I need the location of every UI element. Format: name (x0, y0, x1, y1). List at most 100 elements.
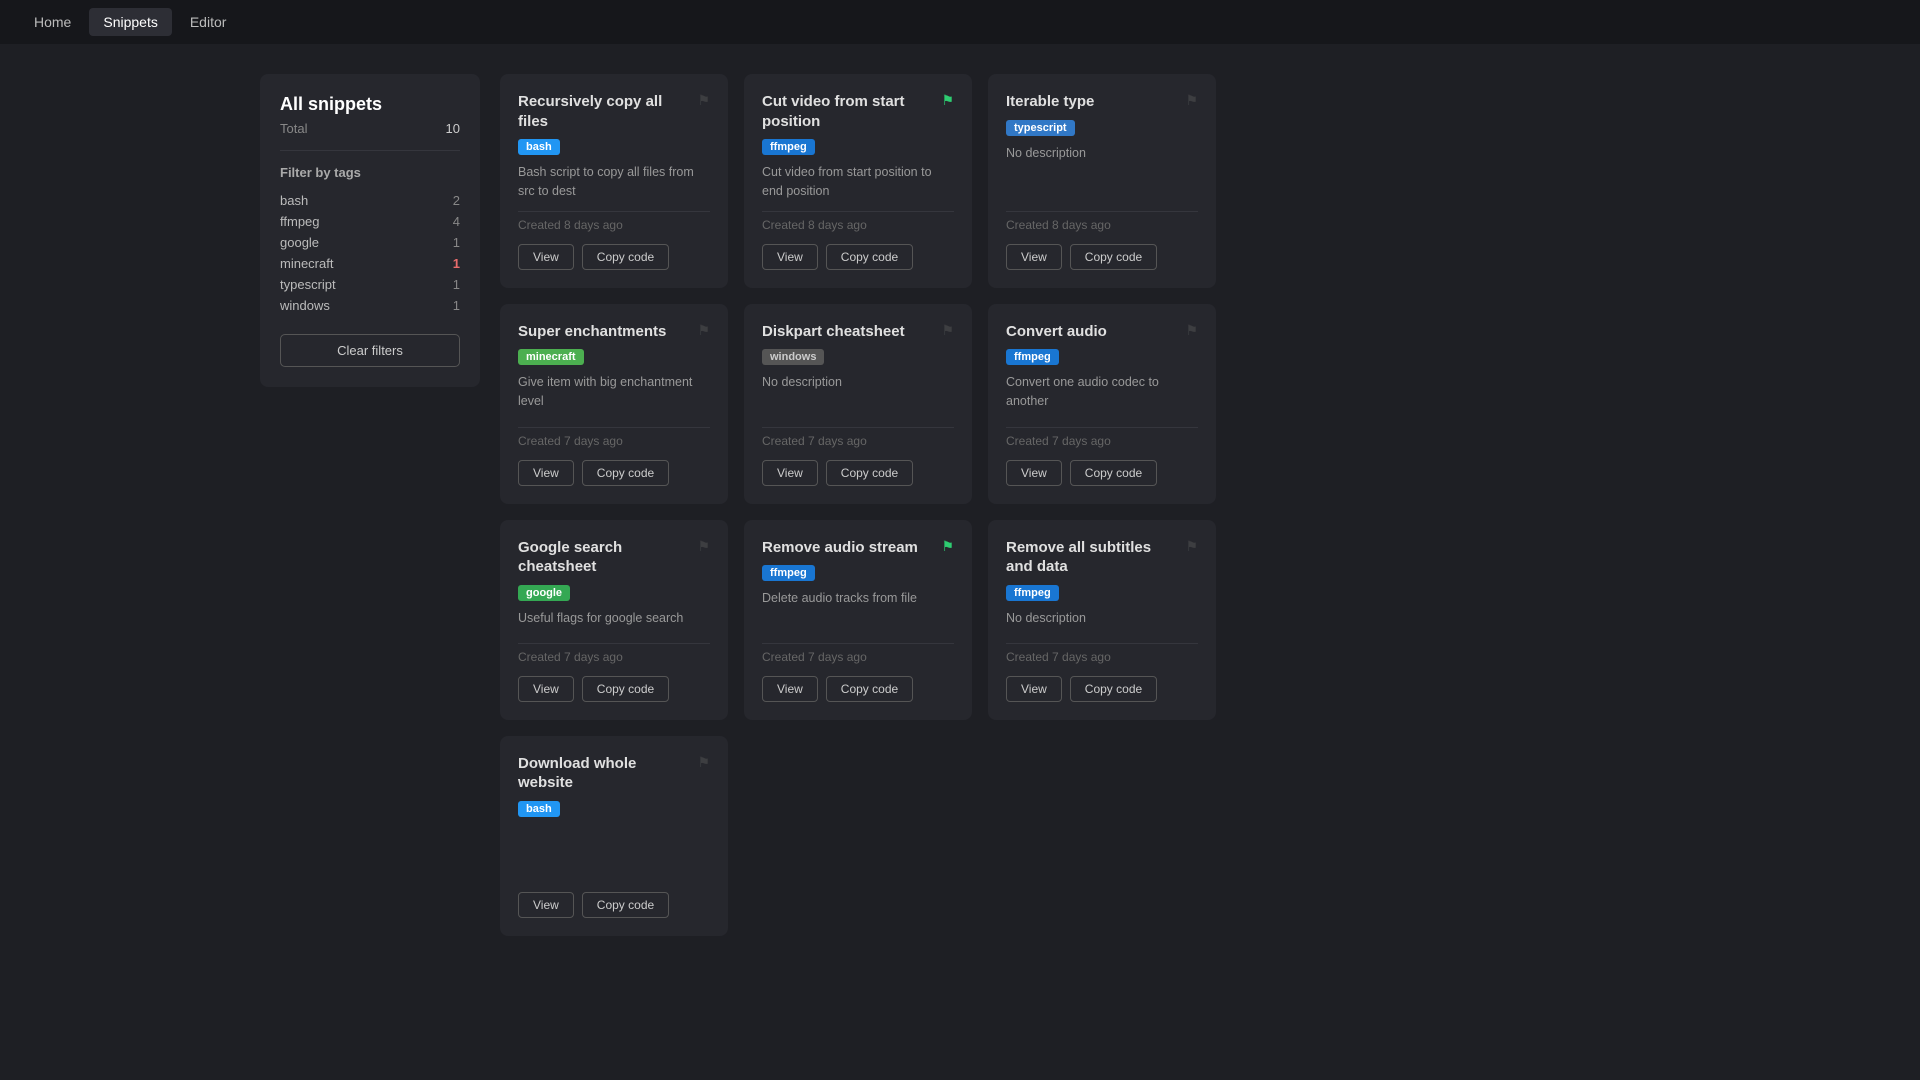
main-layout: All snippets Total 10 Filter by tags bas… (0, 44, 1920, 966)
copy-code-button[interactable]: Copy code (1070, 676, 1157, 702)
sidebar: All snippets Total 10 Filter by tags bas… (260, 74, 480, 387)
card-actions: View Copy code (1006, 460, 1198, 486)
snippet-card: Iterable type ⚑ typescript No descriptio… (988, 74, 1216, 288)
nav-item-snippets[interactable]: Snippets (89, 8, 171, 36)
card-title: Cut video from start position (762, 92, 941, 131)
card-description: Useful flags for google search (518, 609, 710, 633)
card-actions: View Copy code (1006, 244, 1198, 270)
card-tag[interactable]: typescript (1006, 118, 1198, 144)
tag-count: 1 (453, 298, 460, 313)
sidebar-total: Total 10 (280, 121, 460, 151)
tag-name: google (280, 235, 319, 250)
copy-code-button[interactable]: Copy code (582, 244, 669, 270)
tag-filter-minecraft[interactable]: minecraft 1 (280, 253, 460, 274)
tag-name: minecraft (280, 256, 333, 271)
card-tag[interactable]: ffmpeg (1006, 347, 1198, 373)
view-button[interactable]: View (1006, 460, 1062, 486)
card-tag[interactable]: ffmpeg (762, 137, 954, 163)
view-button[interactable]: View (518, 244, 574, 270)
pin-icon[interactable]: ⚑ (697, 754, 710, 771)
snippet-card: Download whole website ⚑ bash View Copy … (500, 736, 728, 936)
pin-icon[interactable]: ⚑ (697, 538, 710, 555)
card-tag[interactable]: ffmpeg (1006, 583, 1198, 609)
card-tag[interactable]: bash (518, 799, 710, 825)
card-date: Created 7 days ago (1006, 643, 1198, 664)
nav-item-editor[interactable]: Editor (176, 8, 241, 36)
total-value: 10 (446, 121, 460, 136)
card-date: Created 7 days ago (762, 427, 954, 448)
tag-list: bash2ffmpeg4 google 1 minecraft 1 typescript1… (280, 190, 460, 316)
pin-icon[interactable]: ⚑ (1185, 92, 1198, 109)
view-button[interactable]: View (762, 460, 818, 486)
copy-code-button[interactable]: Copy code (582, 892, 669, 918)
card-description (518, 825, 710, 882)
nav-item-home[interactable]: Home (20, 8, 85, 36)
card-description: Delete audio tracks from file (762, 589, 954, 633)
snippet-card: Super enchantments ⚑ minecraft Give item… (500, 304, 728, 504)
card-actions: View Copy code (518, 676, 710, 702)
view-button[interactable]: View (762, 244, 818, 270)
tag-filter-windows[interactable]: windows 1 (280, 295, 460, 316)
view-button[interactable]: View (1006, 244, 1062, 270)
card-title: Google search cheatsheet (518, 538, 697, 577)
copy-code-button[interactable]: Copy code (1070, 244, 1157, 270)
tag-filter-bash[interactable]: bash2 (280, 190, 460, 211)
tag-badge: google (518, 585, 570, 601)
pin-icon[interactable]: ⚑ (941, 92, 954, 109)
copy-code-button[interactable]: Copy code (826, 676, 913, 702)
card-actions: View Copy code (518, 244, 710, 270)
copy-code-button[interactable]: Copy code (826, 460, 913, 486)
card-description: No description (762, 373, 954, 417)
card-actions: View Copy code (518, 460, 710, 486)
view-button[interactable]: View (1006, 676, 1062, 702)
view-button[interactable]: View (518, 460, 574, 486)
card-tag[interactable]: windows (762, 347, 954, 373)
card-title: Remove audio stream (762, 538, 941, 558)
card-header: Cut video from start position ⚑ (762, 92, 954, 131)
snippet-card: Cut video from start position ⚑ ffmpeg C… (744, 74, 972, 288)
card-description: Convert one audio codec to another (1006, 373, 1198, 417)
tag-filter-typescript[interactable]: typescript1 (280, 274, 460, 295)
navbar: HomeSnippetsEditor (0, 0, 1920, 44)
pin-icon[interactable]: ⚑ (941, 538, 954, 555)
card-tag[interactable]: minecraft (518, 347, 710, 373)
card-header: Google search cheatsheet ⚑ (518, 538, 710, 577)
tag-badge: ffmpeg (762, 565, 815, 581)
tag-name: windows (280, 298, 330, 313)
tag-badge: windows (762, 349, 824, 365)
snippet-card: Remove all subtitles and data ⚑ ffmpeg N… (988, 520, 1216, 720)
copy-code-button[interactable]: Copy code (1070, 460, 1157, 486)
tag-filter-ffmpeg[interactable]: ffmpeg4 (280, 211, 460, 232)
tag-count: 4 (453, 214, 460, 229)
view-button[interactable]: View (762, 676, 818, 702)
copy-code-button[interactable]: Copy code (582, 676, 669, 702)
pin-icon[interactable]: ⚑ (1185, 538, 1198, 555)
pin-icon[interactable]: ⚑ (697, 322, 710, 339)
pin-icon[interactable]: ⚑ (697, 92, 710, 109)
card-date: Created 7 days ago (518, 643, 710, 664)
pin-icon[interactable]: ⚑ (1185, 322, 1198, 339)
card-description: Cut video from start position to end pos… (762, 163, 954, 201)
tag-count: 1 (453, 235, 460, 250)
view-button[interactable]: View (518, 892, 574, 918)
card-actions: View Copy code (762, 244, 954, 270)
pin-icon[interactable]: ⚑ (941, 322, 954, 339)
card-actions: View Copy code (518, 892, 710, 918)
copy-code-button[interactable]: Copy code (826, 244, 913, 270)
tag-count: 1 (453, 256, 460, 271)
total-label: Total (280, 121, 307, 136)
card-date: Created 7 days ago (518, 427, 710, 448)
tag-badge: ffmpeg (1006, 349, 1059, 365)
card-title: Recursively copy all files (518, 92, 697, 131)
card-description: Give item with big enchantment level (518, 373, 710, 417)
tag-badge: minecraft (518, 349, 584, 365)
card-title: Iterable type (1006, 92, 1185, 112)
snippets-grid: Recursively copy all files ⚑ bash Bash s… (500, 74, 1900, 936)
card-tag[interactable]: google (518, 583, 710, 609)
card-tag[interactable]: ffmpeg (762, 563, 954, 589)
view-button[interactable]: View (518, 676, 574, 702)
clear-filters-button[interactable]: Clear filters (280, 334, 460, 367)
tag-filter-google[interactable]: google 1 (280, 232, 460, 253)
copy-code-button[interactable]: Copy code (582, 460, 669, 486)
card-tag[interactable]: bash (518, 137, 710, 163)
